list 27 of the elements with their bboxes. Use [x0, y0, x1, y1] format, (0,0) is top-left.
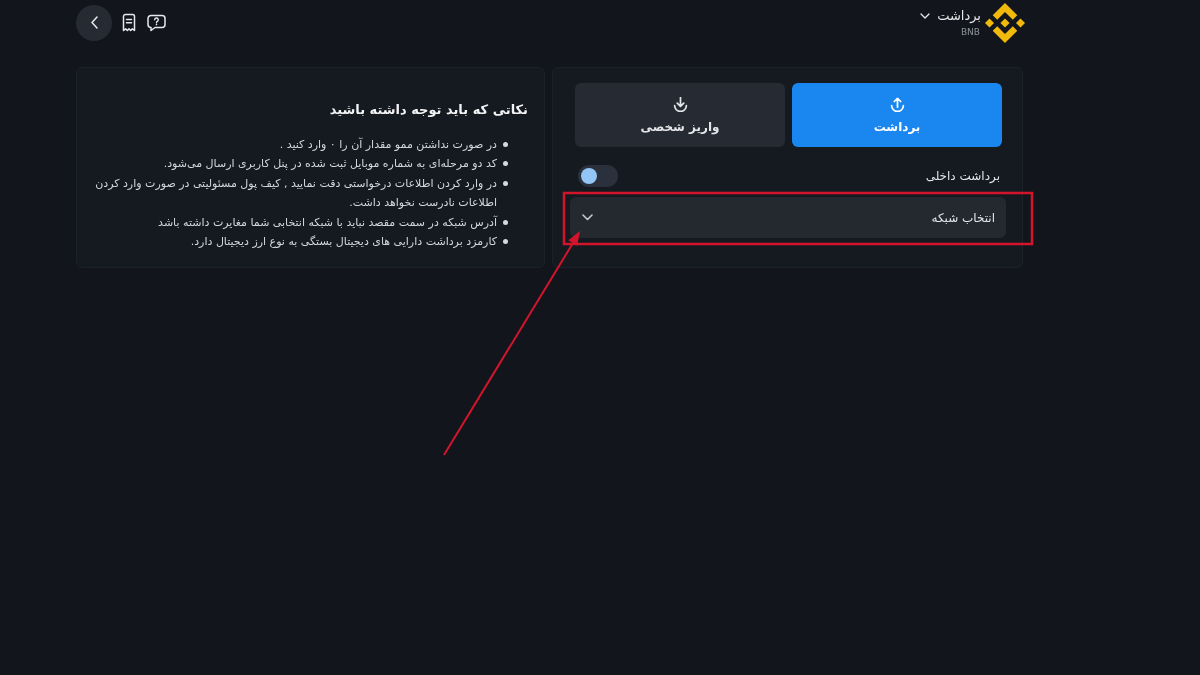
note-text: کد دو مرحله‌ای به شماره موبایل ثبت شده در پنل کاربری ارسال می‌شود.: [163, 156, 497, 173]
upload-icon: [889, 96, 905, 112]
bullet-icon: [503, 239, 508, 245]
deposit-tab[interactable]: واریز شخصی: [575, 83, 785, 147]
notes-title: نکاتی که باید توجه داشته باشید: [328, 101, 528, 119]
toggle-switch[interactable]: [578, 165, 618, 187]
help-icon[interactable]: [147, 13, 166, 32]
withdraw-tab[interactable]: برداشت: [792, 83, 1002, 147]
note-text: آدرس شبکه در سمت مقصد نباید با شبکه انتخابی شما مغایرت داشته باشد: [158, 214, 497, 231]
bullet-icon: [503, 180, 508, 186]
diamond-logo-icon: [985, 2, 1025, 43]
receipt-icon[interactable]: [121, 13, 137, 32]
back-button[interactable]: [76, 4, 112, 41]
network-select[interactable]: انتخاب شبکه: [570, 197, 1006, 238]
note-text: در وارد کردن اطلاعات درخواستی دقت نمایید , کیف پول مسئولیتی در صورت وارد کردن اطلاعات نادرست نخواهد داشت.: [94, 175, 497, 212]
note-text: کارمزد برداشت دارایی های دیجیتال بستگی به نوع ارز دیجیتال دارد.: [190, 234, 497, 251]
asset-symbol: BNB: [960, 26, 980, 38]
toggle-label: برداشت داخلی: [925, 169, 1000, 183]
chevron-down-icon: [582, 214, 593, 221]
chevron-left-icon: [90, 16, 98, 29]
bullet-icon: [503, 142, 508, 147]
title-dropdown[interactable]: برداشت: [920, 7, 981, 24]
download-icon: [672, 96, 688, 112]
note-text: در صورت نداشتن ممو مقدار آن را ۰ وارد کنید .: [279, 136, 497, 153]
chevron-down-icon: [920, 12, 931, 19]
bullet-icon: [503, 219, 508, 225]
bullet-icon: [503, 161, 508, 167]
